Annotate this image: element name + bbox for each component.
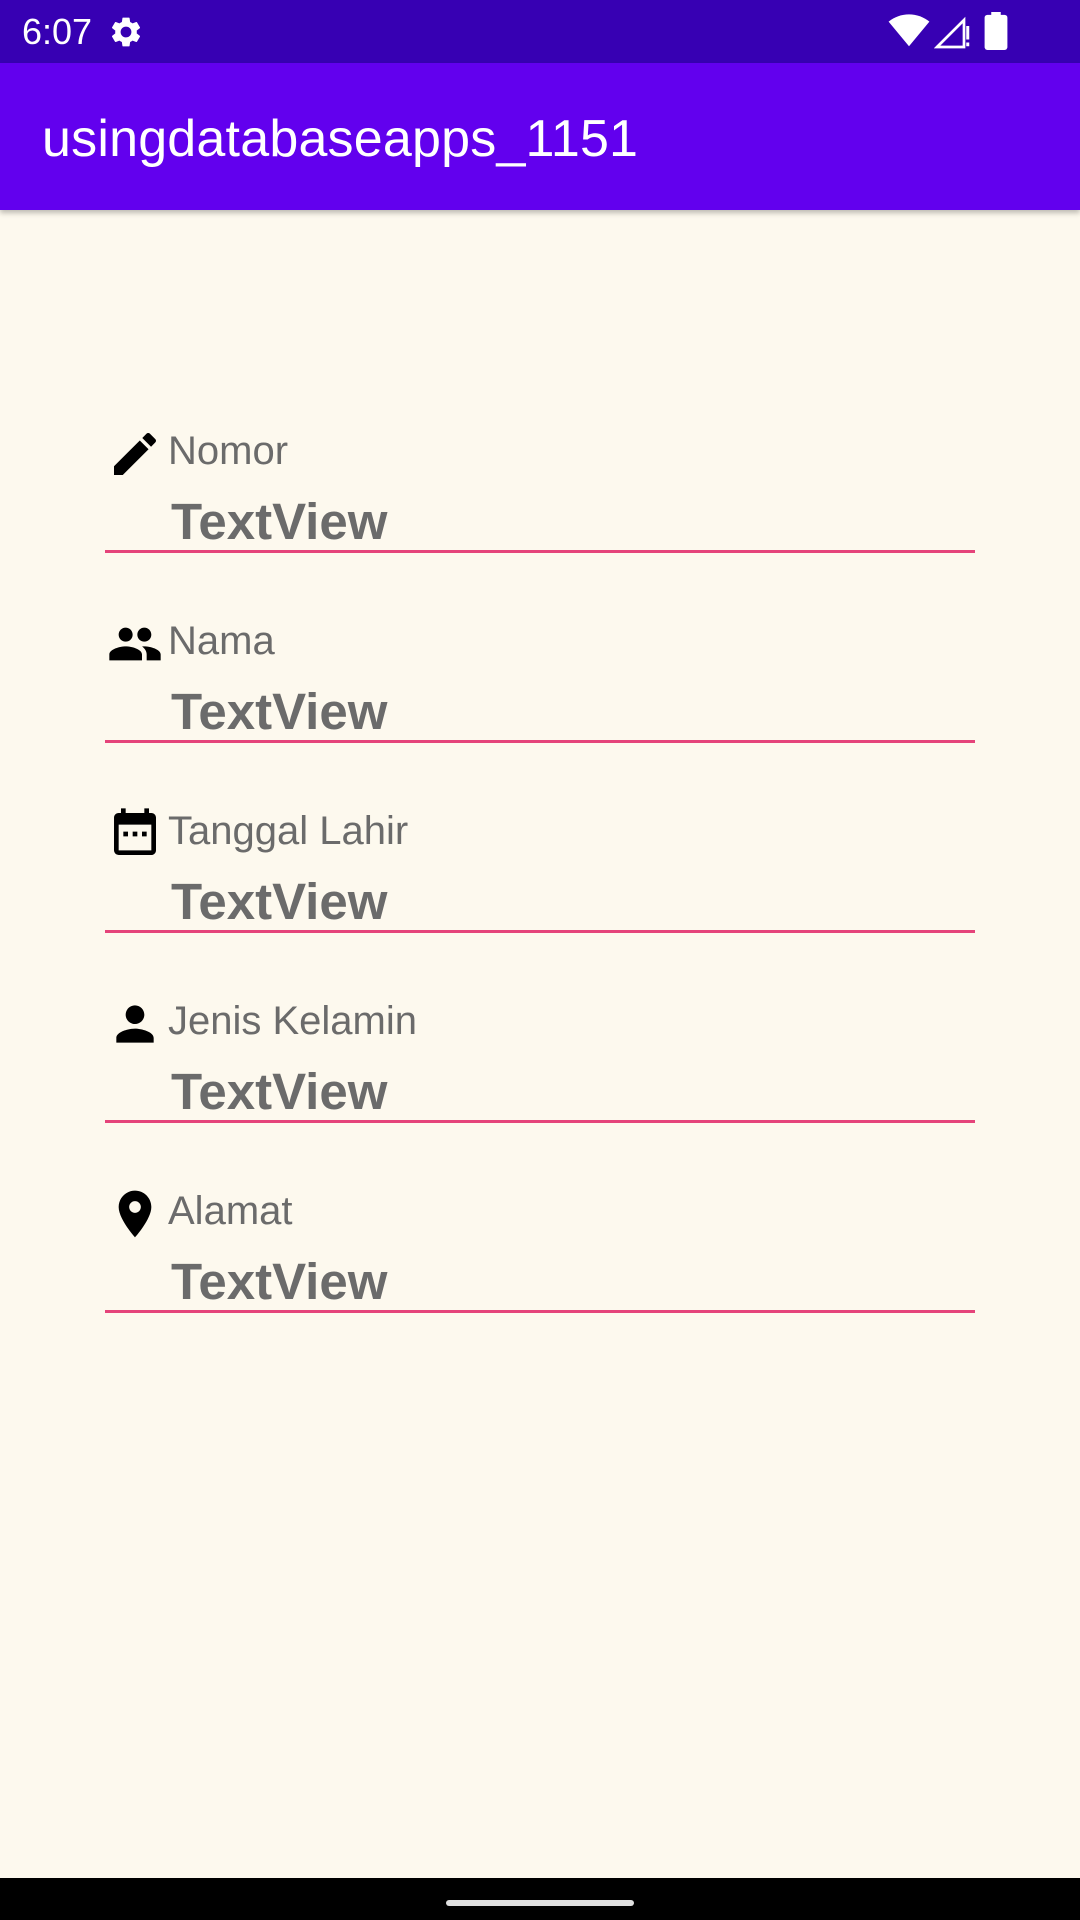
field-underline	[105, 550, 975, 553]
field-underline	[105, 930, 975, 933]
people-icon	[109, 627, 161, 661]
app-bar: usingdatabaseapps_1151	[0, 63, 1080, 210]
signal-icon	[934, 16, 970, 49]
field-label: Nama	[168, 619, 275, 663]
field-label: Tanggal Lahir	[168, 809, 409, 853]
pencil-icon	[114, 432, 157, 475]
field-value: TextView	[171, 493, 388, 550]
field-underline	[105, 740, 975, 743]
person-icon	[116, 1005, 154, 1043]
field-nomor: Nomor TextView	[105, 418, 975, 558]
navigation-bar	[0, 1878, 1080, 1920]
status-time: 6:07	[22, 11, 93, 52]
field-label: Alamat	[168, 1189, 293, 1233]
field-alamat: Alamat TextView	[105, 1178, 975, 1318]
field-jenis-kelamin: Jenis Kelamin TextView	[105, 988, 975, 1128]
status-bar: 6:07	[0, 0, 1080, 63]
field-label: Jenis Kelamin	[168, 999, 418, 1043]
calendar-icon	[114, 808, 156, 855]
location-pin-icon	[118, 1190, 152, 1238]
field-underline	[105, 1120, 975, 1123]
field-nama: Nama TextView	[105, 608, 975, 748]
home-gesture-handle[interactable]	[446, 1900, 634, 1906]
wifi-icon	[888, 14, 930, 47]
field-tanggal-lahir: Tanggal Lahir TextView	[105, 798, 975, 938]
gear-icon	[111, 17, 141, 47]
field-value: TextView	[171, 873, 388, 930]
battery-icon	[984, 12, 1008, 50]
field-value: TextView	[171, 1063, 388, 1120]
app-title: usingdatabaseapps_1151	[42, 110, 639, 168]
field-label: Nomor	[168, 429, 289, 473]
field-value: TextView	[171, 1253, 388, 1310]
field-value: TextView	[171, 683, 388, 740]
field-underline	[105, 1310, 975, 1313]
